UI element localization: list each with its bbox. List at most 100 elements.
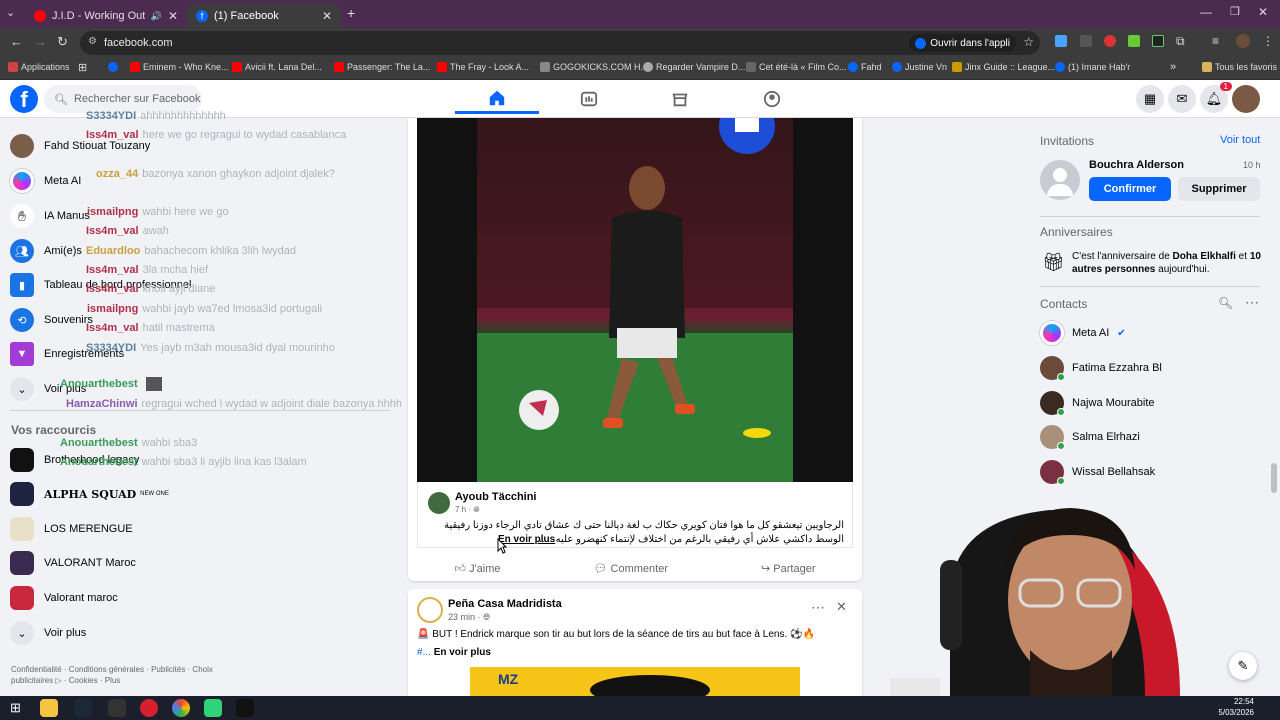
post-author[interactable]: Peña Casa Madridista	[448, 598, 562, 610]
post-image[interactable]: MZ	[470, 667, 800, 696]
shortcut-item[interactable]: LOS MERENGUE	[10, 516, 133, 542]
app-icon[interactable]	[204, 699, 222, 717]
tab-facebook[interactable]: f (1) Facebook ✕	[188, 4, 340, 28]
post-author[interactable]: Ayoub Täcchini	[455, 491, 537, 503]
app-icon[interactable]	[236, 699, 254, 717]
contact-item[interactable]: Salma Elrhazi	[1040, 424, 1140, 450]
restore-button[interactable]: ❐	[1230, 5, 1240, 18]
bookmark-item[interactable]: Fahd	[848, 62, 882, 72]
clock[interactable]: 22:54 5/03/2026	[1196, 696, 1254, 718]
extensions-puzzle-icon[interactable]: ⧉	[1176, 34, 1185, 49]
extension-icon[interactable]	[1080, 35, 1092, 47]
shortcut-item[interactable]: Valorant maroc	[10, 585, 118, 611]
globe-icon: 🌐︎	[473, 505, 480, 514]
chevron-right-icon[interactable]: »	[1170, 61, 1176, 73]
shortcut-item[interactable]: ALPHA SQUAD NEW ONE	[10, 481, 169, 507]
extension-icon[interactable]	[1104, 35, 1116, 47]
more-options-icon[interactable]: ⋯	[811, 599, 825, 616]
bookmark-item[interactable]	[108, 62, 118, 72]
page-avatar[interactable]	[417, 597, 443, 623]
bookmark-item[interactable]: Eminem - Who Kne...	[130, 62, 229, 72]
all-favorites[interactable]: Tous les favoris	[1202, 62, 1277, 72]
menu-grid-button[interactable]: ▦	[1136, 85, 1164, 113]
bookmark-apps[interactable]: Applications	[8, 62, 70, 72]
avatar[interactable]	[428, 492, 450, 514]
post-image[interactable]	[417, 98, 853, 482]
nav-marketplace[interactable]	[638, 84, 722, 114]
bookmark-item[interactable]: The Fray - Look A...	[437, 62, 529, 72]
star-icon[interactable]: ☆	[1023, 35, 1034, 49]
messenger-button[interactable]: ✉	[1168, 85, 1196, 113]
notifications-button[interactable]: 🔔︎ 1	[1200, 82, 1232, 113]
see-more-link[interactable]: En voir plus	[434, 647, 491, 658]
delete-button[interactable]: Supprimer	[1178, 177, 1260, 201]
menu-icon[interactable]: ⋮	[1262, 34, 1274, 48]
avatar[interactable]	[1040, 160, 1080, 200]
close-window-button[interactable]: ✕	[1258, 5, 1268, 19]
confirm-button[interactable]: Confirmer	[1089, 177, 1171, 201]
file-explorer-icon[interactable]	[40, 699, 58, 717]
bookmark-item[interactable]: GOGOKICKS.COM H...	[540, 62, 648, 72]
contact-item[interactable]: Najwa Mourabite	[1040, 390, 1155, 416]
share-button[interactable]: ↪ Partager	[761, 562, 815, 575]
steam-icon[interactable]	[74, 699, 92, 717]
comment-button[interactable]: 💬︎ Commenter	[594, 562, 669, 575]
back-button[interactable]: ←	[10, 34, 23, 49]
tab-youtube[interactable]: J.I.D - Working Out | A COL 🔊 ✕	[26, 4, 186, 28]
birthday-text[interactable]: C'est l'anniversaire de Doha Elkhalfi et…	[1072, 250, 1272, 276]
profile-avatar[interactable]	[1236, 34, 1250, 48]
sidebar-item-memories[interactable]: ⟲ Souvenirs	[10, 307, 93, 333]
bookmark-item[interactable]: Regarder Vampire D...	[643, 62, 745, 72]
site-info-icon[interactable]: ⚙	[88, 36, 97, 47]
address-bar[interactable]: ⚙ facebook.com Ouvrir dans l'appli ☆	[80, 31, 1040, 55]
extension-icon[interactable]	[1128, 35, 1140, 47]
sidebar-item-manus[interactable]: ✋︎ IA Manus	[10, 203, 90, 229]
extension-translate-icon[interactable]	[1055, 35, 1067, 47]
media-controls-icon[interactable]: ≡	[1212, 34, 1219, 48]
chrome-icon[interactable]	[172, 699, 190, 717]
like-button[interactable]: 👍︎ J'aime	[455, 562, 501, 575]
shortcut-item[interactable]: VALORANT Maroc	[10, 550, 136, 576]
more-options-icon[interactable]: ⋯	[1245, 294, 1259, 311]
search-icon[interactable]: 🔍︎	[1218, 296, 1233, 310]
tab-search-icon[interactable]: ⌄	[6, 6, 15, 19]
contact-item[interactable]: Fatima Ezzahra Bl	[1040, 355, 1162, 381]
epic-games-icon[interactable]	[108, 699, 126, 717]
sidebar-item-friends[interactable]: 👥︎ Ami(e)s	[10, 238, 82, 264]
bookmark-item[interactable]: (1) Imane Hab'r	[1055, 62, 1130, 72]
hashtag[interactable]: #...	[417, 647, 431, 658]
shortcuts-see-more[interactable]: ⌄ Voir plus	[10, 620, 86, 646]
facebook-logo[interactable]: f	[10, 85, 38, 113]
see-all-link[interactable]: Voir tout	[1220, 134, 1260, 146]
open-in-app-button[interactable]: Ouvrir dans l'appli	[909, 34, 1016, 52]
bookmark-item[interactable]: Cet été-là « Film Co...	[746, 62, 847, 72]
new-tab-button[interactable]: +	[347, 5, 355, 21]
nav-video[interactable]	[547, 84, 631, 114]
bookmark-item[interactable]: Avicii ft. Lana Del...	[232, 62, 322, 72]
bookmark-item[interactable]: Justine Vn	[892, 62, 947, 72]
chat-username: S3334YDI	[86, 110, 137, 122]
footer-links[interactable]: Confidentialité · Conditions générales ·…	[11, 664, 221, 686]
close-icon[interactable]: ✕	[168, 9, 178, 23]
bookmark-item[interactable]: Passenger: The La...	[334, 62, 430, 72]
extension-icon[interactable]	[1152, 35, 1164, 47]
grid-icon[interactable]: ⊞	[78, 61, 87, 74]
windows-start-icon[interactable]: ⊞	[10, 700, 21, 716]
speaker-icon[interactable]: 🔊	[151, 11, 162, 22]
valorant-icon[interactable]	[140, 699, 158, 717]
nav-home[interactable]	[455, 84, 539, 114]
nav-groups[interactable]	[730, 84, 814, 114]
scrollbar-thumb[interactable]	[1271, 463, 1277, 493]
sidebar-item-meta-ai[interactable]: Meta AI	[10, 168, 81, 194]
new-message-button[interactable]: ✎	[1229, 652, 1257, 680]
bookmark-item[interactable]: Jinx Guide :: League...	[952, 62, 1055, 72]
forward-button[interactable]: →	[34, 34, 47, 49]
account-avatar[interactable]	[1232, 85, 1260, 113]
reload-button[interactable]: ↻	[57, 34, 68, 50]
contact-item[interactable]: Meta AI ✔	[1040, 320, 1126, 346]
invite-name[interactable]: Bouchra Alderson	[1089, 159, 1184, 171]
close-icon[interactable]: ✕	[322, 9, 332, 23]
search-input[interactable]: 🔍︎ Rechercher sur Facebook	[44, 85, 202, 113]
minimize-button[interactable]: —	[1200, 5, 1212, 19]
close-icon[interactable]: ✕	[836, 599, 847, 615]
